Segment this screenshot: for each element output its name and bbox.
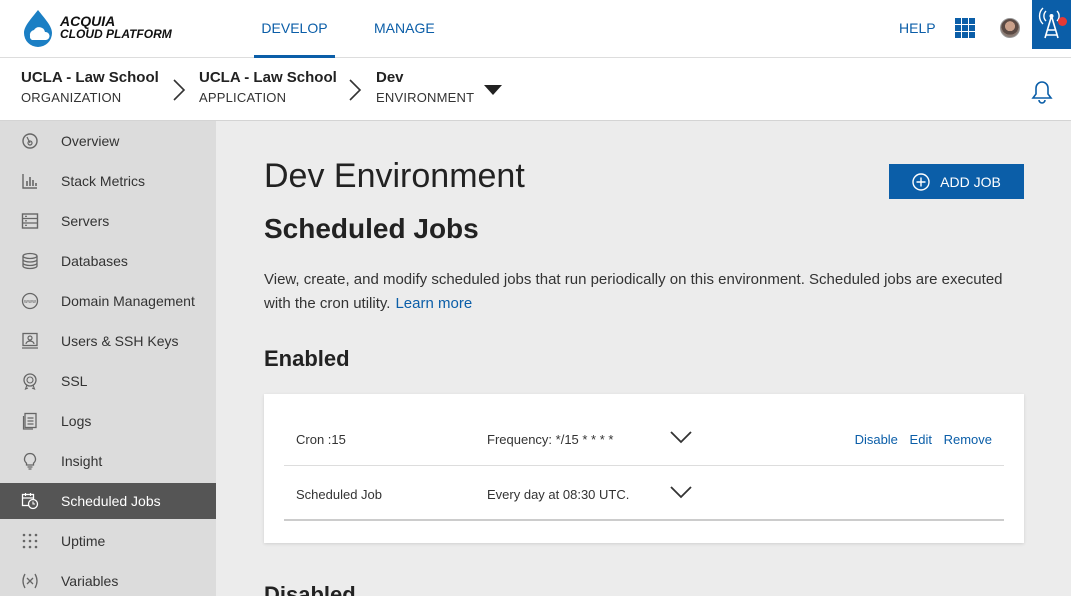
sidebar-item-label: SSL bbox=[61, 373, 88, 389]
top-bar: ACQUIA CLOUD PLATFORM DEVELOP MANAGE HEL… bbox=[0, 0, 1071, 58]
environment-type: ENVIRONMENT bbox=[376, 90, 475, 105]
organization-type: ORGANIZATION bbox=[21, 90, 122, 105]
logo-drop-icon bbox=[24, 10, 52, 47]
svg-text:www: www bbox=[24, 299, 36, 305]
bell-icon[interactable] bbox=[1031, 80, 1053, 104]
chevron-down-icon[interactable] bbox=[670, 430, 692, 444]
logo-line2: CLOUD PLATFORM bbox=[60, 27, 172, 41]
tab-manage[interactable]: MANAGE bbox=[374, 0, 435, 58]
servers-icon bbox=[20, 211, 40, 231]
sidebar-item-overview[interactable]: Overview bbox=[0, 123, 216, 159]
table-row: Cron :15 Frequency: */15 * * * * Disable… bbox=[284, 412, 1004, 466]
sidebar-item-servers[interactable]: Servers bbox=[0, 203, 216, 239]
variables-icon bbox=[20, 571, 40, 591]
chevron-right-icon bbox=[173, 79, 186, 101]
add-job-label: ADD JOB bbox=[940, 173, 1001, 190]
breadcrumb-organization[interactable]: UCLA - Law School ORGANIZATION bbox=[21, 69, 159, 105]
sidebar: Overview Stack Metrics Servers Databases… bbox=[0, 121, 216, 596]
remove-link[interactable]: Remove bbox=[944, 432, 992, 447]
section-title: Scheduled Jobs bbox=[264, 213, 479, 244]
chevron-down-icon[interactable] bbox=[670, 485, 692, 499]
environment-name: Dev bbox=[376, 69, 404, 86]
description-text: View, create, and modify scheduled jobs … bbox=[264, 271, 1003, 312]
environment-dropdown-caret-icon[interactable] bbox=[484, 85, 502, 95]
job-name: Scheduled Job bbox=[296, 487, 383, 502]
job-frequency: Every day at 08:30 UTC. bbox=[487, 487, 630, 502]
add-circle-icon bbox=[912, 172, 930, 191]
stack-metrics-icon bbox=[20, 171, 40, 191]
sidebar-item-variables[interactable]: Variables bbox=[0, 563, 216, 596]
sidebar-item-users-ssh-keys[interactable]: Users & SSH Keys bbox=[0, 323, 216, 359]
job-frequency: Frequency: */15 * * * * bbox=[487, 432, 614, 447]
tab-develop[interactable]: DEVELOP bbox=[254, 0, 335, 58]
page-title: Dev Environment bbox=[264, 157, 525, 195]
sidebar-item-label: Overview bbox=[61, 133, 120, 149]
sidebar-item-label: Servers bbox=[61, 213, 110, 229]
sidebar-item-label: Domain Management bbox=[61, 293, 195, 309]
overview-icon bbox=[20, 131, 40, 151]
sidebar-item-label: Uptime bbox=[61, 533, 106, 549]
learn-more-link[interactable]: Learn more bbox=[395, 295, 472, 312]
notification-dot bbox=[1058, 17, 1067, 26]
ssl-icon bbox=[20, 371, 40, 391]
chevron-right-icon bbox=[349, 79, 362, 101]
description: View, create, and modify scheduled jobs … bbox=[264, 268, 1004, 316]
sidebar-item-logs[interactable]: Logs bbox=[0, 403, 216, 439]
sidebar-item-databases[interactable]: Databases bbox=[0, 243, 216, 279]
breadcrumb-application[interactable]: UCLA - Law School APPLICATION bbox=[199, 69, 337, 105]
sidebar-item-domain-management[interactable]: www Domain Management bbox=[0, 283, 216, 319]
job-actions: Disable Edit Remove bbox=[847, 432, 992, 447]
disabled-heading: Disabled bbox=[264, 582, 356, 596]
users-icon bbox=[20, 331, 40, 351]
sidebar-item-label: Insight bbox=[61, 453, 103, 469]
sidebar-item-label: Variables bbox=[61, 573, 119, 589]
sidebar-item-scheduled-jobs[interactable]: Scheduled Jobs bbox=[0, 483, 216, 519]
job-name: Cron :15 bbox=[296, 432, 346, 447]
sidebar-item-insight[interactable]: Insight bbox=[0, 443, 216, 479]
edit-link[interactable]: Edit bbox=[910, 432, 932, 447]
databases-icon bbox=[20, 251, 40, 271]
sidebar-item-label: Logs bbox=[61, 413, 92, 429]
acquia-logo[interactable]: ACQUIA CLOUD PLATFORM bbox=[21, 9, 172, 47]
scheduled-jobs-icon bbox=[20, 491, 40, 511]
uptime-icon bbox=[20, 531, 40, 551]
logs-icon bbox=[20, 411, 40, 431]
add-job-button[interactable]: ADD JOB bbox=[889, 164, 1024, 199]
breadcrumb: UCLA - Law School ORGANIZATION UCLA - La… bbox=[0, 58, 1071, 121]
application-type: APPLICATION bbox=[199, 90, 287, 105]
sidebar-item-uptime[interactable]: Uptime bbox=[0, 523, 216, 559]
sidebar-item-label: Databases bbox=[61, 253, 128, 269]
lightbulb-icon bbox=[20, 451, 40, 471]
avatar[interactable] bbox=[1000, 18, 1020, 38]
apps-grid-icon[interactable] bbox=[955, 18, 975, 38]
sidebar-item-ssl[interactable]: SSL bbox=[0, 363, 216, 399]
www-icon: www bbox=[20, 291, 40, 311]
help-link[interactable]: HELP bbox=[899, 0, 936, 58]
table-row: Scheduled Job Every day at 08:30 UTC. bbox=[284, 467, 1004, 521]
sidebar-item-label: Users & SSH Keys bbox=[61, 333, 179, 349]
application-name: UCLA - Law School bbox=[199, 69, 337, 86]
sidebar-item-stack-metrics[interactable]: Stack Metrics bbox=[0, 163, 216, 199]
disable-link[interactable]: Disable bbox=[855, 432, 898, 447]
breadcrumb-environment[interactable]: Dev ENVIRONMENT bbox=[376, 69, 474, 105]
sidebar-item-label: Stack Metrics bbox=[61, 173, 146, 189]
enabled-jobs-card: Cron :15 Frequency: */15 * * * * Disable… bbox=[264, 394, 1024, 543]
organization-name: UCLA - Law School bbox=[21, 69, 159, 86]
sidebar-item-label: Scheduled Jobs bbox=[61, 493, 161, 509]
enabled-heading: Enabled bbox=[264, 346, 350, 371]
